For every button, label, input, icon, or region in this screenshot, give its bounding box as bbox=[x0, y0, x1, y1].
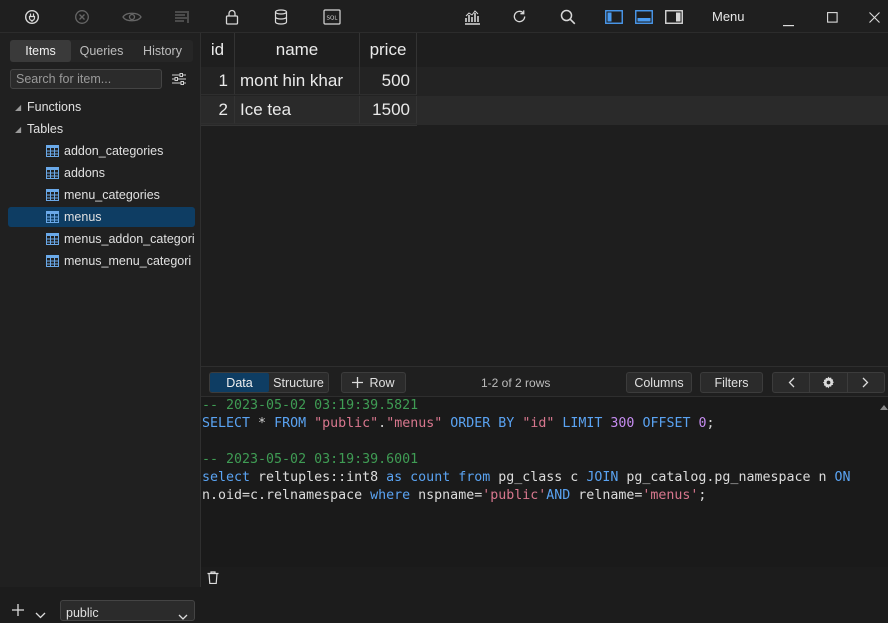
tree-item-label: menus_addon_categori bbox=[64, 232, 195, 246]
tree-item-label: addon_categories bbox=[64, 144, 164, 158]
sql-icon[interactable]: SQL bbox=[323, 6, 341, 27]
cell-price[interactable]: 1500 bbox=[360, 96, 417, 124]
sidebar: Items Queries History ◢ Functions ◢ Tabl… bbox=[0, 33, 201, 621]
cell-id[interactable]: 1 bbox=[201, 67, 235, 95]
table-icon bbox=[46, 233, 59, 245]
trash-icon[interactable] bbox=[207, 571, 219, 587]
format-icon[interactable] bbox=[174, 6, 190, 27]
chevron-down-icon bbox=[178, 608, 188, 623]
tree-group-label: Tables bbox=[27, 122, 64, 136]
tree-item-label: menu_categories bbox=[64, 188, 160, 202]
console-comment: -- 2023-05-02 03:19:39.5821 bbox=[202, 398, 419, 413]
gear-icon[interactable] bbox=[810, 376, 846, 389]
plus-icon[interactable] bbox=[12, 604, 24, 619]
svg-text:SQL: SQL bbox=[327, 15, 339, 21]
cell-name[interactable]: Ice tea bbox=[235, 96, 360, 124]
tree-item-menus-addon-categories[interactable]: menus_addon_categori bbox=[8, 229, 195, 249]
search-icon[interactable] bbox=[560, 6, 576, 27]
tree-item-addon-categories[interactable]: addon_categories bbox=[8, 141, 195, 161]
tree-item-addons[interactable]: addons bbox=[8, 163, 195, 183]
top-toolbar: SQL Menu bbox=[0, 0, 888, 33]
scroll-up-icon[interactable] bbox=[880, 405, 888, 410]
maximize-icon[interactable] bbox=[827, 11, 838, 26]
console-footer bbox=[201, 567, 888, 587]
column-header-name[interactable]: name bbox=[235, 33, 360, 67]
console-query-line: SELECT * FROM "public"."menus" ORDER BY … bbox=[202, 416, 715, 431]
sidebar-tabs: Items Queries History bbox=[10, 40, 193, 62]
caret-icon: ◢ bbox=[15, 102, 22, 112]
view-switch: Data Structure bbox=[209, 372, 329, 393]
tree-item-label: menus bbox=[64, 210, 102, 224]
row-count: 1-2 of 2 rows bbox=[481, 376, 551, 390]
tree-group-tables[interactable]: ◢ Tables bbox=[0, 119, 201, 139]
column-header-id[interactable]: id bbox=[201, 33, 235, 67]
search-input[interactable] bbox=[10, 69, 162, 89]
tab-structure[interactable]: Structure bbox=[269, 373, 328, 392]
tab-data[interactable]: Data bbox=[210, 373, 269, 392]
console-query-line: n.oid=c.relnamespace where nspname='publ… bbox=[202, 488, 707, 503]
tree-group-label: Functions bbox=[27, 100, 82, 114]
eye-icon[interactable] bbox=[122, 6, 142, 27]
console-query-line: select reltuples::int8 as count from pg_… bbox=[202, 470, 851, 485]
tab-history[interactable]: History bbox=[132, 40, 193, 62]
menu-button[interactable]: Menu bbox=[712, 9, 745, 24]
database-icon[interactable] bbox=[274, 6, 288, 27]
toggle-console-icon[interactable] bbox=[635, 6, 653, 27]
tab-items[interactable]: Items bbox=[10, 40, 71, 62]
table-icon bbox=[46, 211, 59, 223]
disconnect-icon[interactable] bbox=[74, 6, 90, 27]
column-header-price[interactable]: price bbox=[360, 33, 417, 67]
next-page-icon[interactable] bbox=[848, 377, 884, 388]
sidebar-footer: public bbox=[0, 599, 201, 622]
minimize-icon[interactable] bbox=[783, 15, 795, 30]
chart-icon[interactable] bbox=[463, 6, 481, 27]
tab-queries[interactable]: Queries bbox=[71, 40, 132, 62]
tree-item-menus-menu-categories[interactable]: menus_menu_categori bbox=[8, 251, 195, 271]
columns-button[interactable]: Columns bbox=[626, 372, 692, 393]
schema-select-value: public bbox=[66, 606, 99, 620]
query-console[interactable]: -- 2023-05-02 03:19:39.5821 SELECT * FROM… bbox=[201, 397, 888, 567]
tree-group-functions[interactable]: ◢ Functions bbox=[0, 97, 201, 117]
table-icon bbox=[46, 255, 59, 267]
refresh-icon[interactable] bbox=[512, 6, 527, 27]
tree-item-label: menus_menu_categori bbox=[64, 254, 192, 268]
toggle-sidebar-icon[interactable] bbox=[605, 6, 623, 27]
table-icon bbox=[46, 167, 59, 179]
close-icon[interactable] bbox=[869, 11, 880, 26]
add-row-button[interactable]: Row bbox=[341, 372, 406, 393]
filters-button[interactable]: Filters bbox=[700, 372, 763, 393]
tree-item-menus[interactable]: menus bbox=[8, 207, 195, 227]
cell-name[interactable]: mont hin khar bbox=[235, 67, 360, 95]
console-comment: -- 2023-05-02 03:19:39.6001 bbox=[202, 452, 419, 467]
tree-item-label: addons bbox=[64, 166, 106, 180]
pager bbox=[772, 372, 885, 393]
table-icon bbox=[46, 145, 59, 157]
lock-icon[interactable] bbox=[225, 6, 239, 27]
plug-icon[interactable] bbox=[24, 6, 40, 27]
plus-icon bbox=[352, 377, 364, 388]
grid-toolbar: Data Structure Row 1-2 of 2 rows Columns… bbox=[201, 366, 888, 397]
cell-price[interactable]: 500 bbox=[360, 67, 417, 95]
toggle-panel-icon[interactable] bbox=[665, 6, 683, 27]
caret-icon: ◢ bbox=[15, 124, 22, 134]
tree-item-menu-categories[interactable]: menu_categories bbox=[8, 185, 195, 205]
chevron-down-icon[interactable] bbox=[35, 607, 46, 622]
cell-id[interactable]: 2 bbox=[201, 96, 235, 124]
add-row-label: Row bbox=[369, 375, 395, 390]
filter-settings-icon[interactable] bbox=[172, 73, 186, 88]
schema-select[interactable]: public bbox=[60, 600, 195, 621]
table-icon bbox=[46, 189, 59, 201]
prev-page-icon[interactable] bbox=[773, 377, 809, 388]
